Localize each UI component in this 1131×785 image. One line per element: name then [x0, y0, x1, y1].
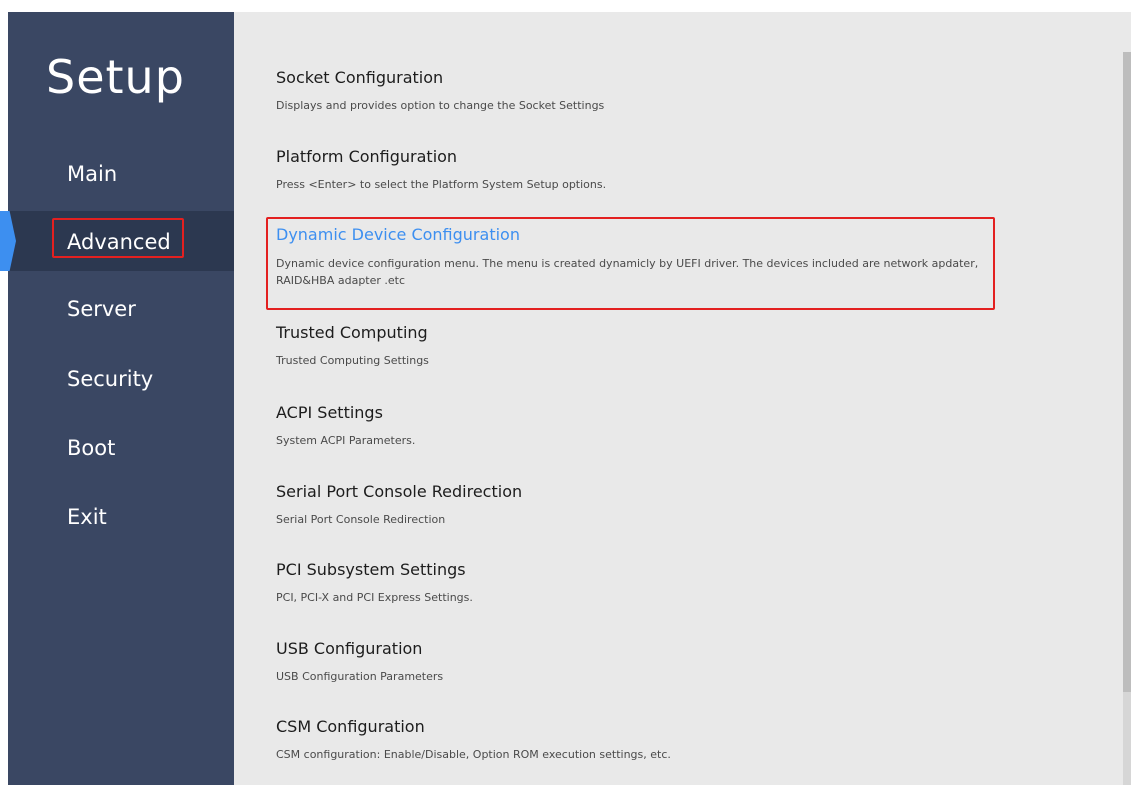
- menu-entry-acpi-settings[interactable]: ACPI Settings System ACPI Parameters.: [276, 403, 1036, 449]
- menu-entry-socket-configuration[interactable]: Socket Configuration Displays and provid…: [276, 68, 1036, 114]
- entry-title: Serial Port Console Redirection: [276, 482, 523, 501]
- annotation-highlight-box: [266, 217, 995, 310]
- entry-title: ACPI Settings: [276, 403, 383, 422]
- sidebar-item-security[interactable]: Security: [8, 350, 234, 410]
- sidebar-item-label: Exit: [67, 505, 107, 529]
- menu-entry-platform-configuration[interactable]: Platform Configuration Press <Enter> to …: [276, 147, 1036, 193]
- sidebar-item-label: Boot: [67, 436, 116, 460]
- sidebar: Setup Main Advanced Server Security Boot…: [0, 12, 234, 785]
- entry-description: CSM configuration: Enable/Disable, Optio…: [276, 748, 671, 761]
- menu-entry-csm-configuration[interactable]: CSM Configuration CSM configuration: Ena…: [276, 717, 1036, 763]
- entry-title: USB Configuration: [276, 639, 423, 658]
- entry-title: PCI Subsystem Settings: [276, 560, 466, 579]
- sidebar-item-label: Advanced: [67, 230, 171, 254]
- entry-title: CSM Configuration: [276, 717, 425, 736]
- app-title: Setup: [46, 50, 185, 104]
- sidebar-item-label: Server: [67, 297, 136, 321]
- menu-entry-trusted-computing[interactable]: Trusted Computing Trusted Computing Sett…: [276, 323, 1036, 369]
- menu-entry-pci-subsystem-settings[interactable]: PCI Subsystem Settings PCI, PCI-X and PC…: [276, 560, 1036, 606]
- sidebar-item-advanced[interactable]: Advanced: [0, 211, 234, 271]
- entry-description: PCI, PCI-X and PCI Express Settings.: [276, 591, 473, 604]
- entry-description: Displays and provides option to change t…: [276, 99, 605, 112]
- entry-description: Press <Enter> to select the Platform Sys…: [276, 178, 607, 191]
- sidebar-item-main[interactable]: Main: [8, 145, 234, 205]
- entry-title: Trusted Computing: [276, 323, 428, 342]
- entry-title: Socket Configuration: [276, 68, 444, 87]
- entry-description: USB Configuration Parameters: [276, 670, 444, 683]
- menu-entry-serial-port-console-redirection[interactable]: Serial Port Console Redirection Serial P…: [276, 482, 1036, 528]
- sidebar-item-label: Main: [67, 162, 118, 186]
- scrollbar-thumb[interactable]: [1123, 52, 1131, 692]
- entry-description: Trusted Computing Settings: [276, 354, 429, 367]
- sidebar-item-exit[interactable]: Exit: [8, 488, 234, 548]
- sidebar-item-label: Security: [67, 367, 154, 391]
- entry-description: System ACPI Parameters.: [276, 434, 416, 447]
- sidebar-item-boot[interactable]: Boot: [8, 419, 234, 479]
- active-marker-icon: [0, 211, 16, 271]
- sidebar-item-server[interactable]: Server: [8, 280, 234, 340]
- entry-description: Serial Port Console Redirection: [276, 513, 446, 526]
- entry-title: Platform Configuration: [276, 147, 458, 166]
- cropped-header-strip: [0, 0, 1131, 12]
- main-content: Socket Configuration Displays and provid…: [234, 12, 1131, 785]
- menu-entry-usb-configuration[interactable]: USB Configuration USB Configuration Para…: [276, 639, 1036, 685]
